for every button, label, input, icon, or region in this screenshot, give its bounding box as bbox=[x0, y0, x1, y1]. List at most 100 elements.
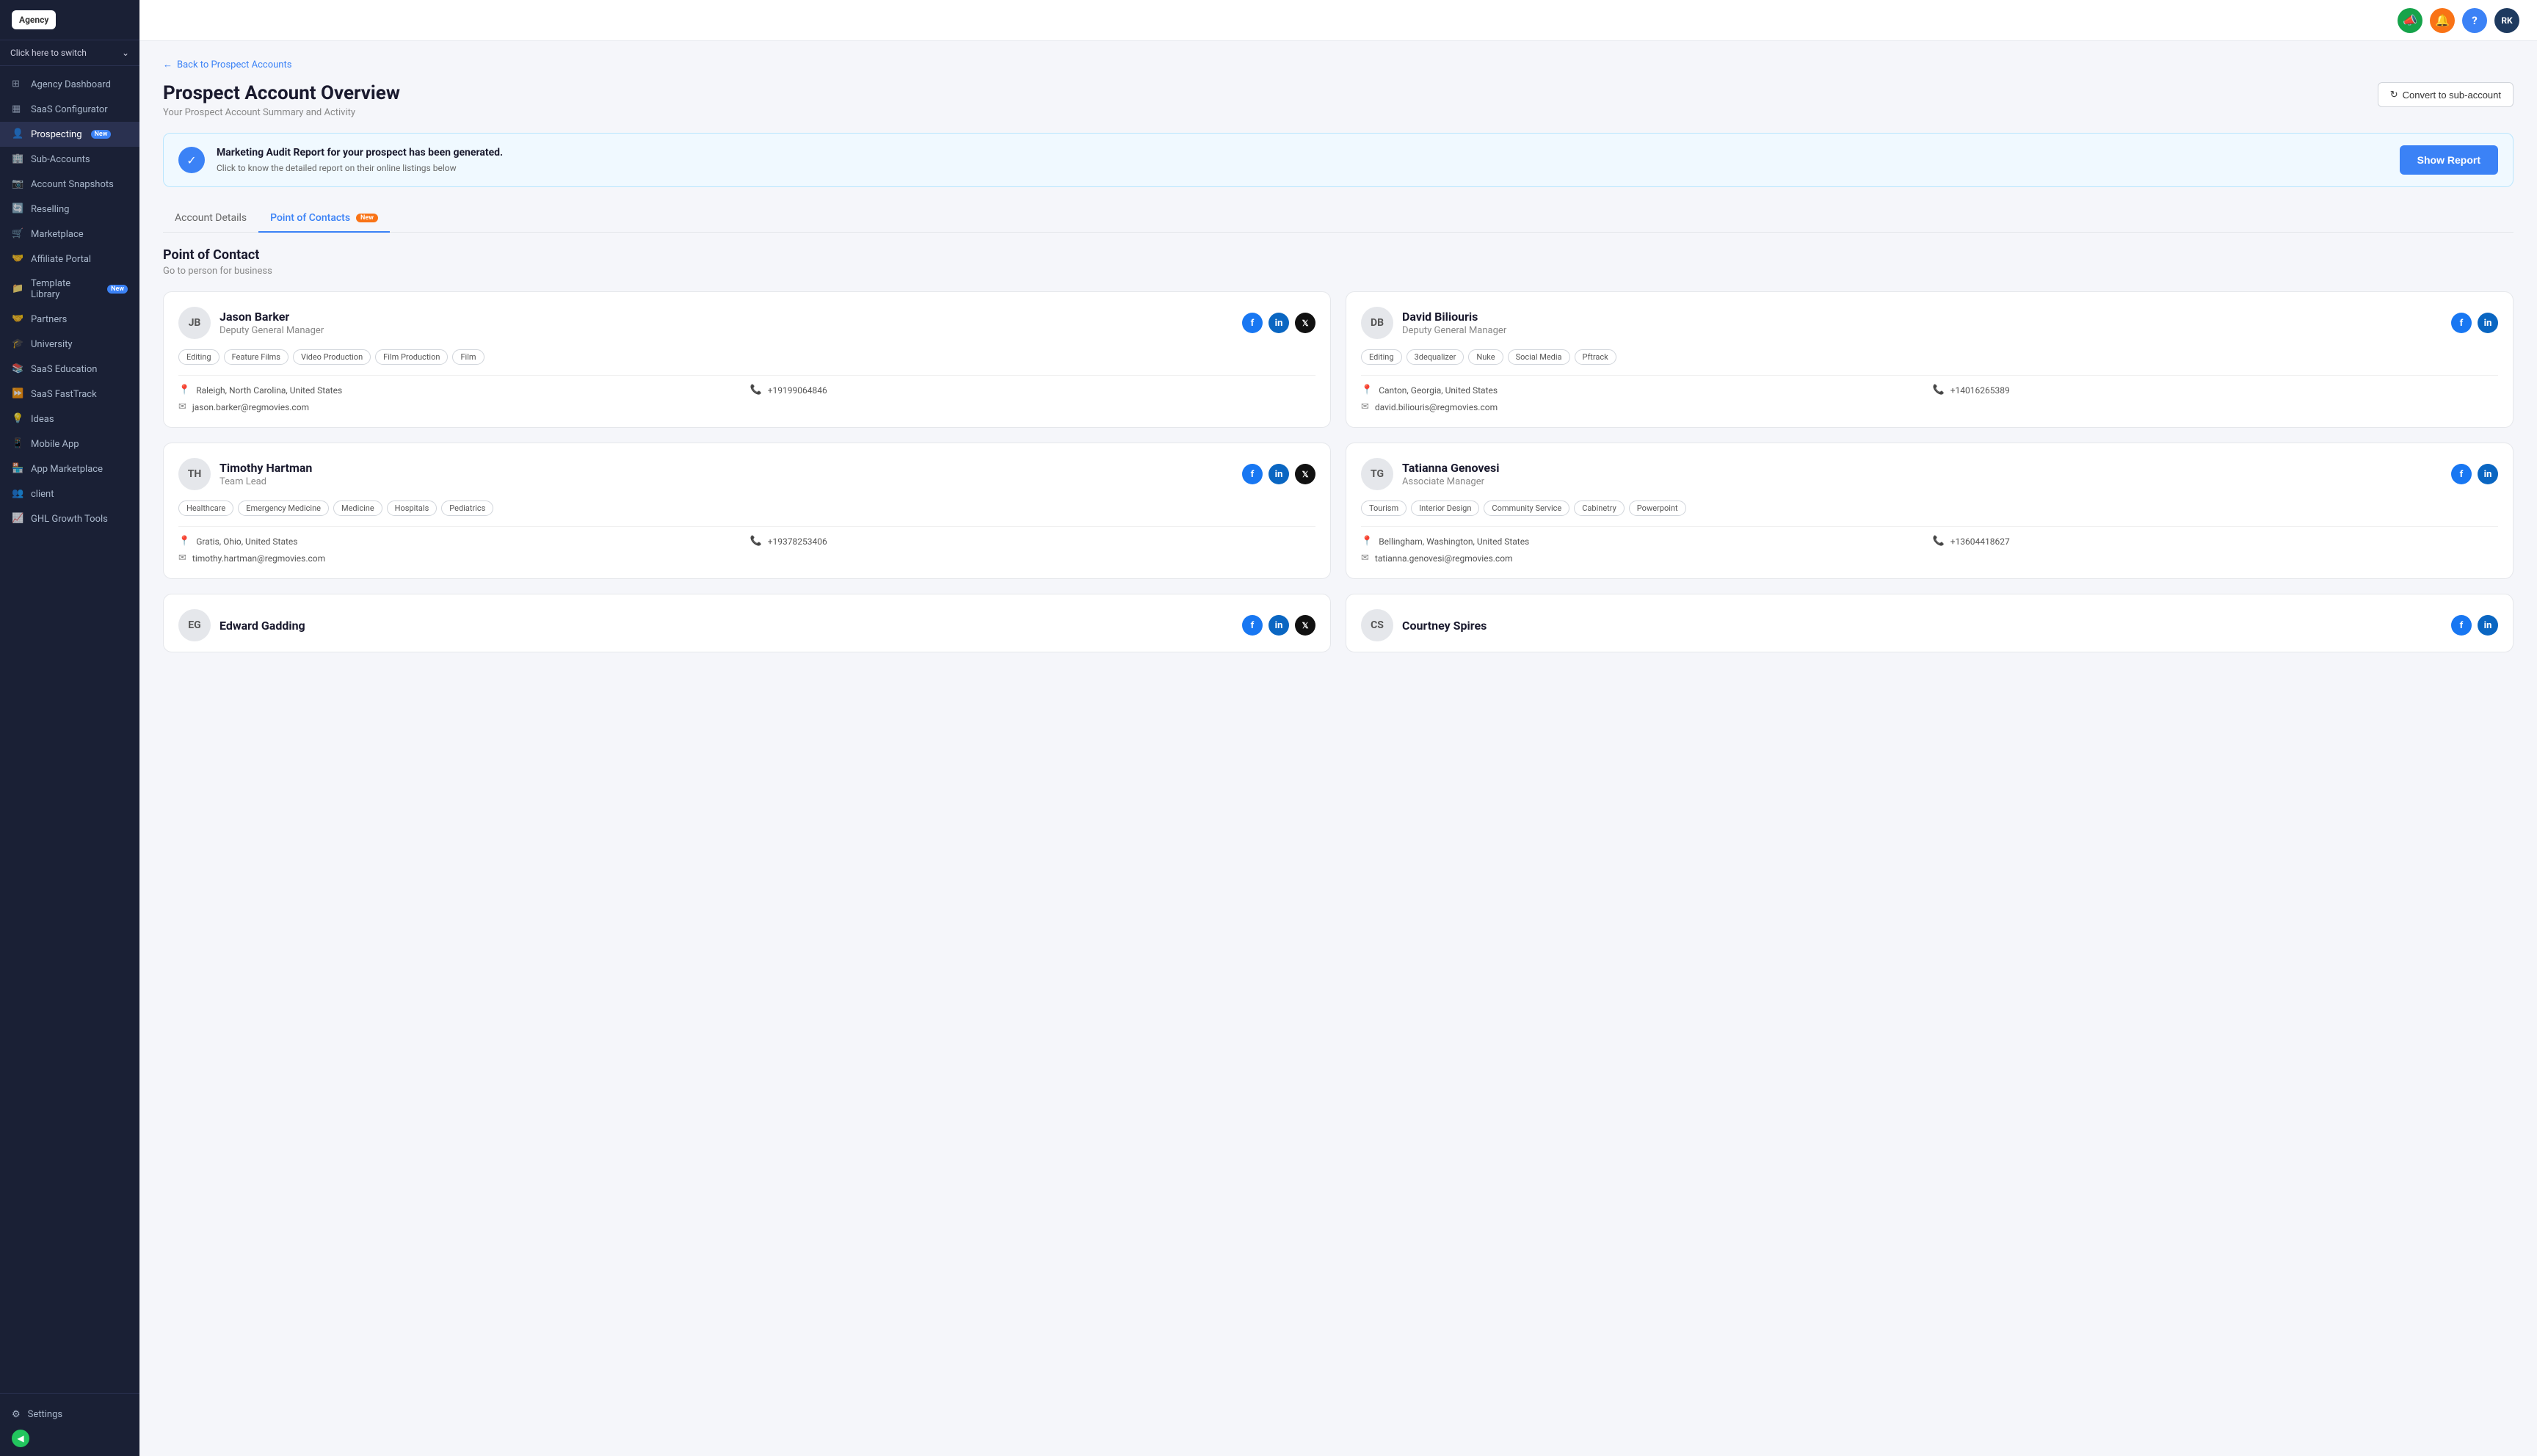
phone-jb: 📞 +19199064846 bbox=[750, 385, 1316, 396]
sidebar-item-marketplace[interactable]: 🛒 Marketplace bbox=[0, 222, 139, 247]
contact-name-block-jb: Jason Barker Deputy General Manager bbox=[219, 310, 324, 336]
sidebar-item-template-library[interactable]: 📁 Template Library New bbox=[0, 272, 139, 307]
sidebar-item-mobile-app[interactable]: 📱 Mobile App bbox=[0, 432, 139, 456]
tab-point-of-contacts[interactable]: Point of Contacts New bbox=[258, 205, 390, 233]
contact-info-tg: TG Tatianna Genovesi Associate Manager bbox=[1361, 458, 1500, 490]
sidebar-item-app-marketplace[interactable]: 🏪 App Marketplace bbox=[0, 456, 139, 481]
linkedin-icon-jb[interactable]: in bbox=[1268, 313, 1289, 333]
settings-label: Settings bbox=[28, 1409, 62, 1420]
linkedin-icon-tg[interactable]: in bbox=[2478, 464, 2498, 484]
email-th: ✉ timothy.hartman@regmovies.com bbox=[178, 553, 744, 564]
linkedin-icon-eg[interactable]: in bbox=[1268, 615, 1289, 636]
contact-name-jb: Jason Barker bbox=[219, 310, 324, 324]
contact-name-eg: Edward Gadding bbox=[219, 619, 305, 633]
mobile-icon: 📱 bbox=[12, 438, 23, 450]
tag: Pediatrics bbox=[441, 500, 493, 516]
sidebar-item-label: Partners bbox=[31, 314, 67, 325]
help-icon[interactable]: ? bbox=[2462, 8, 2487, 33]
facebook-icon-jb[interactable]: f bbox=[1242, 313, 1263, 333]
sidebar-item-ghl-growth-tools[interactable]: 📈 GHL Growth Tools bbox=[0, 506, 139, 531]
divider bbox=[178, 526, 1315, 527]
location-icon: 📍 bbox=[178, 536, 190, 547]
bell-icon[interactable]: 🔔 bbox=[2430, 8, 2455, 33]
email-icon: ✉ bbox=[1361, 401, 1369, 412]
sidebar-item-partners[interactable]: 🤝 Partners bbox=[0, 307, 139, 332]
facebook-icon-cs[interactable]: f bbox=[2451, 615, 2472, 636]
tag: Video Production bbox=[293, 349, 371, 365]
sidebar-item-saas-education[interactable]: 📚 SaaS Education bbox=[0, 357, 139, 382]
facebook-icon-tg[interactable]: f bbox=[2451, 464, 2472, 484]
linkedin-icon-th[interactable]: in bbox=[1268, 464, 1289, 484]
avatar-tg: TG bbox=[1361, 458, 1393, 490]
email-icon: ✉ bbox=[178, 401, 186, 412]
dashboard-icon: ⊞ bbox=[12, 79, 23, 90]
phone-icon: 📞 bbox=[750, 385, 762, 396]
sidebar-item-label: Mobile App bbox=[31, 439, 79, 450]
contact-info-db: DB David Biliouris Deputy General Manage… bbox=[1361, 307, 1506, 339]
contact-header-cs: CS Courtney Spires f in bbox=[1361, 609, 2498, 641]
contact-details-tg: 📍 Bellingham, Washington, United States … bbox=[1361, 536, 2498, 564]
sidebar-item-label: GHL Growth Tools bbox=[31, 514, 108, 525]
sidebar-item-agency-dashboard[interactable]: ⊞ Agency Dashboard bbox=[0, 72, 139, 97]
sidebar-item-university[interactable]: 🎓 University bbox=[0, 332, 139, 357]
back-link-label: Back to Prospect Accounts bbox=[177, 59, 291, 70]
contact-role-th: Team Lead bbox=[219, 476, 312, 487]
twitter-icon-jb[interactable]: 𝕏 bbox=[1295, 313, 1315, 333]
facebook-icon-eg[interactable]: f bbox=[1242, 615, 1263, 636]
contact-card-eg: EG Edward Gadding f in 𝕏 bbox=[163, 594, 1331, 652]
back-link[interactable]: ← Back to Prospect Accounts bbox=[163, 59, 2514, 70]
sidebar-item-label: App Marketplace bbox=[31, 464, 103, 475]
tag: 3dequalizer bbox=[1407, 349, 1465, 365]
email-icon: ✉ bbox=[1361, 553, 1369, 564]
sidebar-item-client[interactable]: 👥 client bbox=[0, 481, 139, 506]
email-tg: ✉ tatianna.genovesi@regmovies.com bbox=[1361, 553, 1927, 564]
facebook-icon-db[interactable]: f bbox=[2451, 313, 2472, 333]
linkedin-icon-cs[interactable]: in bbox=[2478, 615, 2498, 636]
sidebar-item-saas-fasttrack[interactable]: ⏩ SaaS FastTrack bbox=[0, 382, 139, 407]
contact-info-jb: JB Jason Barker Deputy General Manager bbox=[178, 307, 324, 339]
social-icons-tg: f in bbox=[2451, 464, 2498, 484]
tag: Editing bbox=[1361, 349, 1402, 365]
sidebar-item-saas-configurator[interactable]: ▦ SaaS Configurator bbox=[0, 97, 139, 122]
facebook-icon-th[interactable]: f bbox=[1242, 464, 1263, 484]
workspace-switcher[interactable]: Click here to switch ⌄ bbox=[0, 40, 139, 66]
show-report-button[interactable]: Show Report bbox=[2400, 145, 2498, 175]
contact-name-block-tg: Tatianna Genovesi Associate Manager bbox=[1402, 461, 1500, 487]
convert-to-sub-account-button[interactable]: ↻ Convert to sub-account bbox=[2378, 82, 2514, 107]
sidebar-item-affiliate-portal[interactable]: 🤝 Affiliate Portal bbox=[0, 247, 139, 272]
linkedin-icon-db[interactable]: in bbox=[2478, 313, 2498, 333]
contact-info-th: TH Timothy Hartman Team Lead bbox=[178, 458, 312, 490]
sidebar-item-sub-accounts[interactable]: 🏢 Sub-Accounts bbox=[0, 147, 139, 172]
contact-header-tg: TG Tatianna Genovesi Associate Manager f… bbox=[1361, 458, 2498, 490]
sidebar-item-ideas[interactable]: 💡 Ideas bbox=[0, 407, 139, 432]
user-avatar[interactable]: RK bbox=[2494, 8, 2519, 33]
phone-tg: 📞 +13604418627 bbox=[1933, 536, 2499, 547]
contact-header-jb: JB Jason Barker Deputy General Manager f… bbox=[178, 307, 1315, 339]
section-title: Point of Contact bbox=[163, 247, 2514, 263]
tag: Tourism bbox=[1361, 500, 1407, 516]
configurator-icon: ▦ bbox=[12, 103, 23, 115]
tag: Community Service bbox=[1484, 500, 1569, 516]
tab-account-details[interactable]: Account Details bbox=[163, 205, 258, 233]
template-new-badge: New bbox=[107, 285, 128, 294]
contact-card-cs: CS Courtney Spires f in bbox=[1346, 594, 2514, 652]
section-subtitle: Go to person for business bbox=[163, 266, 2514, 277]
avatar-eg: EG bbox=[178, 609, 211, 641]
megaphone-icon[interactable]: 📣 bbox=[2398, 8, 2422, 33]
poc-new-badge: New bbox=[356, 214, 378, 222]
twitter-icon-th[interactable]: 𝕏 bbox=[1295, 464, 1315, 484]
contact-header-db: DB David Biliouris Deputy General Manage… bbox=[1361, 307, 2498, 339]
sub-accounts-icon: 🏢 bbox=[12, 153, 23, 165]
settings-item[interactable]: ⚙ Settings bbox=[12, 1402, 128, 1427]
sidebar-item-prospecting[interactable]: 👤 Prospecting New bbox=[0, 122, 139, 147]
social-icons-th: f in 𝕏 bbox=[1242, 464, 1315, 484]
sidebar-item-reselling[interactable]: 🔄 Reselling bbox=[0, 197, 139, 222]
sidebar-item-account-snapshots[interactable]: 📷 Account Snapshots bbox=[0, 172, 139, 197]
contact-info-cs: CS Courtney Spires bbox=[1361, 609, 1487, 641]
twitter-icon-eg[interactable]: 𝕏 bbox=[1295, 615, 1315, 636]
sidebar-collapse-button[interactable]: ◀ bbox=[12, 1430, 29, 1447]
page-title-block: Prospect Account Overview Your Prospect … bbox=[163, 82, 400, 118]
page-content: ← Back to Prospect Accounts Prospect Acc… bbox=[139, 41, 2537, 1456]
phone-db: 📞 +14016265389 bbox=[1933, 385, 2499, 396]
client-icon: 👥 bbox=[12, 488, 23, 500]
